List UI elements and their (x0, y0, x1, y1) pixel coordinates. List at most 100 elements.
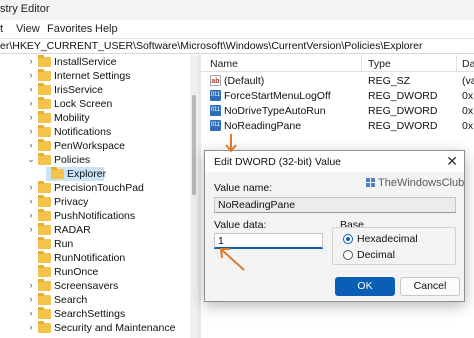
folder-icon (38, 293, 51, 305)
tree-item[interactable]: RunNotification (0, 251, 198, 265)
tree-item[interactable]: Run (0, 237, 198, 251)
tree-item[interactable]: › Mobility (0, 111, 198, 125)
tree-item[interactable]: › Internet Settings (0, 69, 198, 83)
folder-icon (38, 279, 51, 291)
tree-item-label: Lock Screen (54, 98, 113, 110)
scrollbar-thumb[interactable] (192, 95, 196, 195)
chevron-right-icon[interactable]: › (26, 98, 36, 108)
tree-item-label: Policies (54, 154, 91, 166)
folder-icon (38, 83, 51, 95)
tree-item-label: Security and Maintenance (54, 322, 176, 334)
dialog-title-bar[interactable]: Edit DWORD (32-bit) Value ✕ (205, 151, 464, 172)
chevron-right-icon[interactable]: › (26, 196, 36, 206)
folder-icon (38, 195, 51, 207)
value-name-field[interactable]: NoReadingPane (214, 197, 456, 213)
folder-icon (38, 97, 51, 109)
tree-item[interactable]: › Notifications (0, 125, 198, 139)
chevron-right-icon[interactable]: › (26, 224, 36, 234)
chevron-right-icon[interactable]: › (26, 322, 36, 332)
menu-view[interactable]: View (16, 23, 40, 35)
chevron-right-icon[interactable]: › (26, 84, 36, 94)
chevron-down-icon[interactable]: ⌄ (26, 154, 36, 165)
close-icon[interactable]: ✕ (446, 153, 458, 170)
chevron-right-icon[interactable]: › (26, 140, 36, 150)
key-tree: › InstallService › Internet Settings › Iris… (0, 55, 198, 338)
list-item[interactable]: ab (Default) REG_SZ (va (201, 74, 474, 89)
tree-item[interactable]: › Security and Maintenance (0, 321, 198, 335)
cancel-button[interactable]: Cancel (400, 277, 460, 296)
ok-button[interactable]: OK (335, 277, 395, 296)
value-type: REG_SZ (368, 75, 411, 87)
tree-item-label: Explorer (67, 168, 107, 180)
chevron-right-icon[interactable]: › (26, 210, 36, 220)
tree-item[interactable]: › PenWorkspace (0, 139, 198, 153)
tree-item-label: RADAR (54, 224, 91, 236)
tree-item-label: Run (54, 238, 74, 250)
folder-icon (38, 55, 51, 67)
menu-edit[interactable]: t (0, 23, 3, 35)
value-data-input[interactable]: 1 (214, 233, 323, 249)
folder-icon (38, 181, 51, 193)
tree-item[interactable]: › RADAR (0, 223, 198, 237)
chevron-right-icon[interactable]: › (26, 126, 36, 136)
column-header-type[interactable]: Type (368, 58, 391, 70)
tree-item[interactable]: › Search (0, 293, 198, 307)
column-header-name[interactable]: Name (210, 58, 238, 70)
column-divider[interactable] (361, 55, 362, 72)
tree-item[interactable]: › PushNotifications (0, 209, 198, 223)
column-divider[interactable] (456, 55, 457, 72)
chevron-right-icon[interactable]: › (26, 112, 36, 122)
value-name: ForceStartMenuLogOff (224, 90, 331, 102)
list-item[interactable]: 011 NoDriveTypeAutoRun REG_DWORD 0x (201, 104, 474, 119)
chevron-right-icon[interactable]: › (26, 294, 36, 304)
window-title: stry Editor (0, 3, 50, 15)
value-type: REG_DWORD (368, 120, 438, 132)
tree-item[interactable]: › IrisService (0, 83, 198, 97)
edit-dword-dialog: Edit DWORD (32-bit) Value ✕ Value name: … (204, 150, 465, 302)
tree-item[interactable]: › Screensavers (0, 279, 198, 293)
address-path[interactable]: er\HKEY_CURRENT_USER\Software\Microsoft\… (0, 40, 422, 52)
tree-item[interactable]: › InstallService (0, 55, 198, 69)
watermark-text: TheWindowsClub (378, 177, 465, 189)
menu-help[interactable]: Help (95, 23, 118, 35)
value-name: NoDriveTypeAutoRun (224, 105, 326, 117)
chevron-right-icon[interactable]: › (26, 308, 36, 318)
chevron-right-icon[interactable]: › (26, 182, 36, 192)
menu-favorites[interactable]: Favorites (47, 23, 92, 35)
chevron-right-icon[interactable]: › (26, 70, 36, 80)
tree-item[interactable]: › Lock Screen (0, 97, 198, 111)
tree-item-label: InstallService (54, 56, 117, 68)
list-item[interactable]: 011 ForceStartMenuLogOff REG_DWORD 0x (201, 89, 474, 104)
chevron-right-icon[interactable]: › (26, 56, 36, 66)
tree-item-label: Internet Settings (54, 70, 131, 82)
hexadecimal-radio[interactable] (343, 234, 353, 244)
tree-item[interactable]: RunOnce (0, 265, 198, 279)
folder-icon (38, 307, 51, 319)
value-data: 0x (462, 105, 474, 117)
folder-icon (38, 139, 51, 151)
decimal-radio[interactable] (343, 250, 353, 260)
tree-item-label: Privacy (54, 196, 89, 208)
dword-value-icon: 011 (210, 105, 221, 116)
tree-scrollbar[interactable] (190, 55, 198, 338)
folder-icon (51, 167, 64, 179)
list-item[interactable]: 011 NoReadingPane REG_DWORD 0x (201, 119, 474, 134)
tree-item[interactable]: ⌄ Policies (0, 153, 198, 167)
tree-item[interactable]: › Privacy (0, 195, 198, 209)
chevron-right-icon[interactable]: › (26, 280, 36, 290)
decimal-label[interactable]: Decimal (357, 249, 395, 261)
tree-item-label: SearchSettings (54, 308, 126, 320)
tree-item[interactable]: › PrecisionTouchPad (0, 181, 198, 195)
hexadecimal-label[interactable]: Hexadecimal (357, 233, 418, 245)
column-header-data[interactable]: Da (462, 58, 474, 70)
tree-item[interactable]: › SearchSettings (0, 307, 198, 321)
address-bar[interactable]: er\HKEY_CURRENT_USER\Software\Microsoft\… (0, 38, 474, 54)
value-type: REG_DWORD (368, 105, 438, 117)
tree-item-selected[interactable]: Explorer (0, 167, 198, 181)
dialog-title: Edit DWORD (32-bit) Value (214, 156, 342, 168)
tree-item-label: PrecisionTouchPad (54, 182, 144, 194)
folder-icon (38, 237, 51, 249)
folder-icon (38, 125, 51, 137)
folder-open-icon (38, 153, 51, 165)
tree-item-label: IrisService (54, 84, 104, 96)
